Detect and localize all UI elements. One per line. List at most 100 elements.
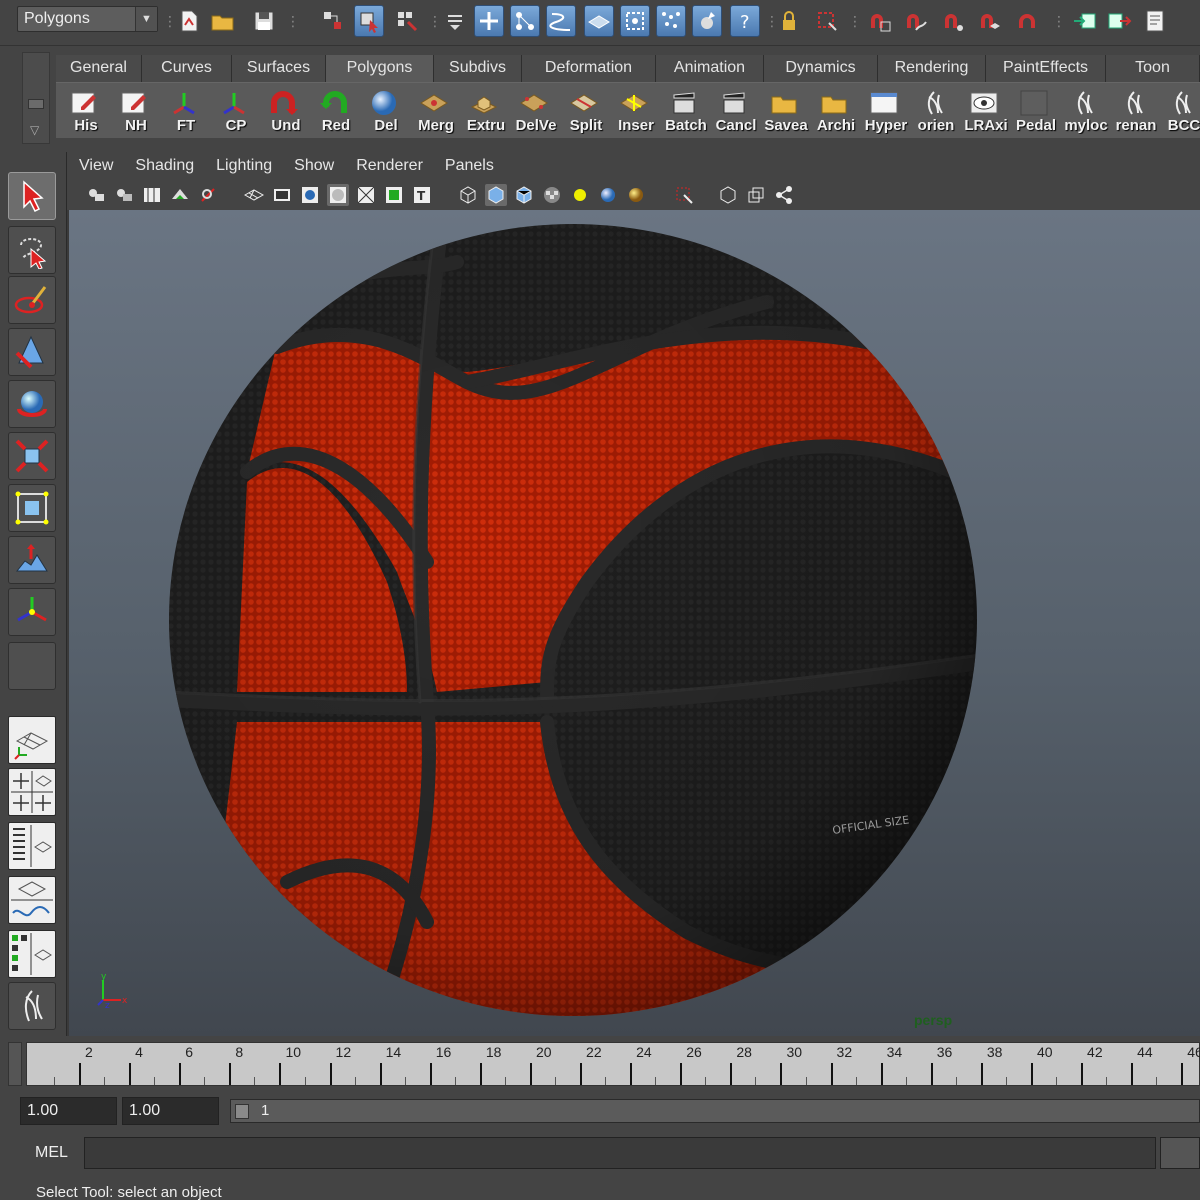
last-tool-slot[interactable] [8, 642, 56, 690]
shelf-collapse-handle[interactable]: ▽ [22, 52, 50, 144]
script-editor-button[interactable] [1160, 1137, 1200, 1169]
select-tool[interactable] [8, 172, 56, 220]
lasso-tool[interactable] [8, 226, 56, 274]
snap-to-view-planes-icon[interactable] [974, 5, 1004, 37]
rotate-tool[interactable] [8, 380, 56, 428]
range-bar[interactable]: 1 [230, 1099, 1200, 1123]
xray-joints-icon[interactable] [745, 184, 767, 206]
shelf-button-merge[interactable]: Merg [410, 87, 458, 137]
select-misc-icon[interactable]: ? [730, 5, 760, 37]
show-manipulator-tool[interactable] [8, 588, 56, 636]
2d-pan-zoom-icon[interactable] [197, 184, 219, 206]
maya-script-tool[interactable] [8, 982, 56, 1030]
safe-title-icon[interactable]: T [411, 184, 433, 206]
gate-mask-icon[interactable] [327, 184, 349, 206]
shelf-button-save-as[interactable]: Savea [760, 87, 808, 137]
menu-panels[interactable]: Panels [433, 152, 494, 180]
perspective-viewport[interactable]: OFFICIAL SIZE y x z persp [69, 210, 1200, 1036]
new-scene-icon[interactable] [174, 5, 204, 37]
tab-animation[interactable]: Animation [656, 55, 764, 82]
shelf-button-pedal[interactable]: Pedal [1010, 87, 1058, 137]
scale-tool[interactable] [8, 432, 56, 480]
single-perspective-layout-button[interactable] [8, 716, 56, 764]
tab-toon[interactable]: Toon [1106, 55, 1200, 82]
film-gate-icon[interactable] [271, 184, 293, 206]
shelf-button-archive[interactable]: Archi [810, 87, 858, 137]
four-view-layout-button[interactable] [8, 768, 56, 816]
time-slider-handle[interactable] [8, 1042, 22, 1086]
menu-shading[interactable]: Shading [123, 152, 194, 180]
range-knob[interactable] [235, 1104, 249, 1119]
select-by-component-icon[interactable] [392, 5, 422, 37]
snap-to-curves-icon[interactable] [900, 5, 930, 37]
select-joints-icon[interactable] [510, 5, 540, 37]
construction-history-icon[interactable] [1140, 5, 1170, 37]
hypershade-persp-layout-button[interactable] [8, 930, 56, 978]
shelf-button-extrude[interactable]: Extru [460, 87, 508, 137]
shelf-button-delete-vertex[interactable]: DelVe [510, 87, 558, 137]
field-chart-icon[interactable] [355, 184, 377, 206]
shelf-button-ft[interactable]: FT [160, 87, 208, 137]
select-curves-icon[interactable] [546, 5, 576, 37]
move-tool[interactable] [8, 328, 56, 376]
menu-lighting[interactable]: Lighting [204, 152, 272, 180]
shelf-button-batch[interactable]: Batch [660, 87, 708, 137]
tab-surfaces[interactable]: Surfaces [232, 55, 326, 82]
bookmarks-icon[interactable] [141, 184, 163, 206]
wireframe-icon[interactable] [457, 184, 479, 206]
shelf-button-undo[interactable]: Und [260, 87, 308, 137]
grid-toggle-icon[interactable] [243, 184, 265, 206]
snap-to-grids-icon[interactable] [864, 5, 894, 37]
shelf-button-lraxis[interactable]: LRAxi [960, 87, 1008, 137]
open-scene-icon[interactable] [208, 5, 238, 37]
output-connections-icon[interactable] [1104, 5, 1134, 37]
persp-graph-layout-button[interactable] [8, 876, 56, 924]
select-rendering-icon[interactable] [692, 5, 722, 37]
select-by-hierarchy-icon[interactable] [318, 5, 348, 37]
highlight-selection-icon[interactable] [812, 5, 842, 37]
shelf-button-his[interactable]: His [60, 87, 108, 137]
input-connections-icon[interactable] [1070, 5, 1100, 37]
animation-start-field[interactable]: 1.00 [20, 1097, 117, 1125]
safe-action-icon[interactable] [383, 184, 405, 206]
use-all-lights-icon[interactable] [569, 184, 591, 206]
paint-select-tool[interactable] [8, 276, 56, 324]
shadows-icon[interactable] [597, 184, 619, 206]
time-slider-track[interactable]: 2 4 6 8 10 12 14 16 18 20 22 24 26 28 30 32 34 36 38 40 42 44… [26, 1042, 1200, 1086]
menu-renderer[interactable]: Renderer [344, 152, 423, 180]
isolate-select-icon[interactable] [673, 184, 695, 206]
outliner-persp-layout-button[interactable] [8, 822, 56, 870]
textured-icon[interactable] [541, 184, 563, 206]
tab-rendering[interactable]: Rendering [878, 55, 986, 82]
tab-dynamics[interactable]: Dynamics [764, 55, 878, 82]
share-icon[interactable] [773, 184, 795, 206]
image-plane-icon[interactable] [169, 184, 191, 206]
menu-show[interactable]: Show [282, 152, 334, 180]
high-quality-icon[interactable] [625, 184, 647, 206]
shelf-button-cancel[interactable]: Cancl [710, 87, 758, 137]
menu-set-dropdown[interactable]: Polygons ▼ [17, 6, 158, 32]
wireframe-on-shaded-icon[interactable] [513, 184, 535, 206]
lock-selection-icon[interactable] [774, 5, 804, 37]
select-handles-icon[interactable] [474, 5, 504, 37]
tab-curves[interactable]: Curves [142, 55, 232, 82]
shelf-button-orient[interactable]: orien [910, 87, 958, 137]
shelf-button-cp[interactable]: CP [210, 87, 258, 137]
camera-attributes-icon[interactable] [113, 184, 135, 206]
shelf-button-rename[interactable]: renan [1110, 87, 1158, 137]
select-dynamics-icon[interactable] [656, 5, 686, 37]
xray-icon[interactable] [717, 184, 739, 206]
shelf-button-myloc[interactable]: myloc [1060, 87, 1108, 137]
mask-dropdown-icon[interactable] [440, 5, 470, 37]
mel-language-toggle[interactable]: MEL [35, 1144, 68, 1162]
select-surfaces-icon[interactable] [584, 5, 614, 37]
shelf-button-bcc[interactable]: BCC [1158, 87, 1200, 137]
resolution-gate-icon[interactable] [299, 184, 321, 206]
tab-polygons[interactable]: Polygons [326, 55, 434, 82]
shelf-button-delete[interactable]: Del [360, 87, 408, 137]
smooth-shade-icon[interactable] [485, 184, 507, 206]
snap-to-points-icon[interactable] [938, 5, 968, 37]
shelf-button-redo[interactable]: Red [310, 87, 358, 137]
basketball-model[interactable]: OFFICIAL SIZE [167, 222, 979, 1022]
universal-manipulator-tool[interactable] [8, 484, 56, 532]
